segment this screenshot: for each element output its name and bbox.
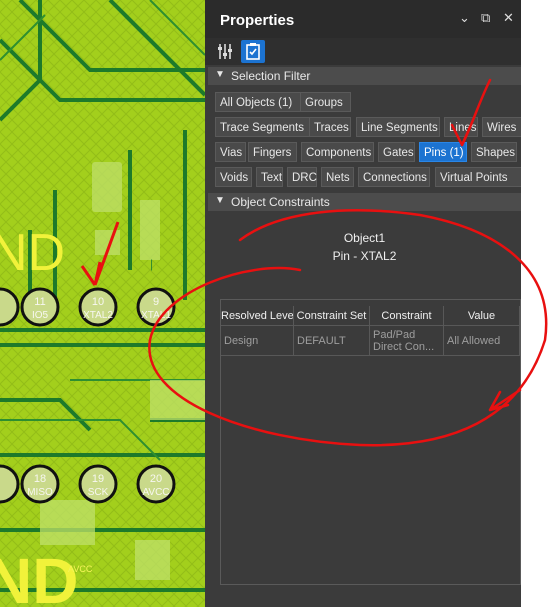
red-annotation-overlay xyxy=(148,78,548,447)
